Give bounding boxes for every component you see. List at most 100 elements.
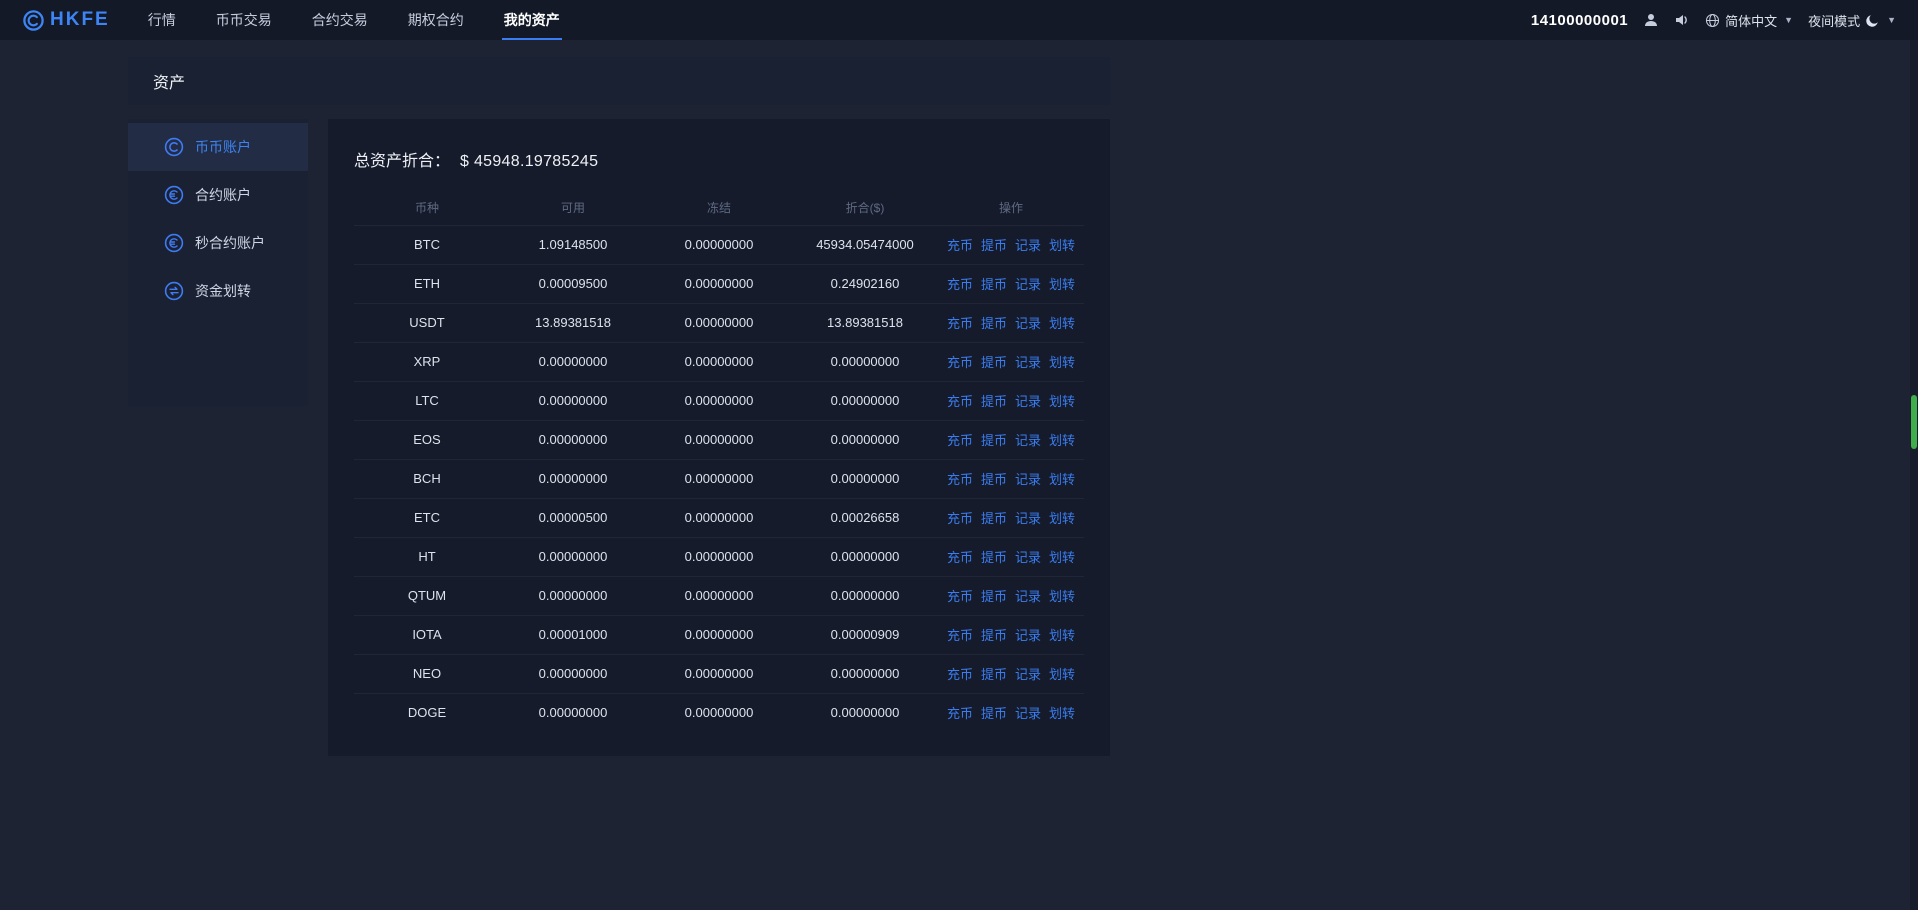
records-link[interactable]: 记录 bbox=[1015, 706, 1041, 721]
converted-cell: 13.89381518 bbox=[792, 303, 938, 342]
nav-item-4[interactable]: 我的资产 bbox=[484, 0, 580, 40]
transfer-link[interactable]: 划转 bbox=[1049, 550, 1075, 565]
table-row: DOGE0.000000000.000000000.00000000充币提币记录… bbox=[354, 693, 1084, 732]
deposit-link[interactable]: 充币 bbox=[947, 472, 973, 487]
converted-cell: 45934.05474000 bbox=[792, 225, 938, 264]
globe-icon bbox=[1705, 13, 1720, 28]
sidebar-item-1[interactable]: 合约账户 bbox=[128, 171, 308, 219]
total-assets-value: $ 45948.19785245 bbox=[460, 153, 598, 170]
deposit-link[interactable]: 充币 bbox=[947, 238, 973, 253]
deposit-link[interactable]: 充币 bbox=[947, 316, 973, 331]
page-title-panel: 资产 bbox=[128, 57, 1110, 105]
transfer-link[interactable]: 划转 bbox=[1049, 667, 1075, 682]
records-link[interactable]: 记录 bbox=[1015, 433, 1041, 448]
withdraw-link[interactable]: 提币 bbox=[981, 589, 1007, 604]
records-link[interactable]: 记录 bbox=[1015, 667, 1041, 682]
withdraw-link[interactable]: 提币 bbox=[981, 355, 1007, 370]
frozen-cell: 0.00000000 bbox=[646, 615, 792, 654]
deposit-link[interactable]: 充币 bbox=[947, 355, 973, 370]
chevron-down-icon: ▼ bbox=[1784, 15, 1793, 25]
records-link[interactable]: 记录 bbox=[1015, 238, 1041, 253]
scrollbar[interactable] bbox=[1910, 40, 1918, 910]
frozen-cell: 0.00000000 bbox=[646, 225, 792, 264]
available-cell: 0.00000000 bbox=[500, 381, 646, 420]
top-navbar: HKFE 行情币币交易合约交易期权合约我的资产 14100000001 bbox=[0, 0, 1918, 40]
assets-table: 币种可用冻结折合($)操作 BTC1.091485000.00000000459… bbox=[354, 191, 1084, 732]
withdraw-link[interactable]: 提币 bbox=[981, 472, 1007, 487]
transfer-link[interactable]: 划转 bbox=[1049, 238, 1075, 253]
table-row: IOTA0.000010000.000000000.00000909充币提币记录… bbox=[354, 615, 1084, 654]
records-link[interactable]: 记录 bbox=[1015, 316, 1041, 331]
table-row: HT0.000000000.000000000.00000000充币提币记录划转 bbox=[354, 537, 1084, 576]
table-row: XRP0.000000000.000000000.00000000充币提币记录划… bbox=[354, 342, 1084, 381]
withdraw-link[interactable]: 提币 bbox=[981, 511, 1007, 526]
records-link[interactable]: 记录 bbox=[1015, 628, 1041, 643]
nav-item-3[interactable]: 期权合约 bbox=[388, 0, 484, 40]
records-link[interactable]: 记录 bbox=[1015, 394, 1041, 409]
sidebar-item-0[interactable]: 币币账户 bbox=[128, 123, 308, 171]
table-row: NEO0.000000000.000000000.00000000充币提币记录划… bbox=[354, 654, 1084, 693]
records-link[interactable]: 记录 bbox=[1015, 472, 1041, 487]
withdraw-link[interactable]: 提币 bbox=[981, 238, 1007, 253]
coin-cell: QTUM bbox=[354, 576, 500, 615]
transfer-link[interactable]: 划转 bbox=[1049, 511, 1075, 526]
deposit-link[interactable]: 充币 bbox=[947, 394, 973, 409]
logo[interactable]: HKFE bbox=[22, 9, 110, 32]
records-link[interactable]: 记录 bbox=[1015, 550, 1041, 565]
withdraw-link[interactable]: 提币 bbox=[981, 706, 1007, 721]
nav-item-1[interactable]: 币币交易 bbox=[196, 0, 292, 40]
deposit-link[interactable]: 充币 bbox=[947, 277, 973, 292]
withdraw-link[interactable]: 提币 bbox=[981, 394, 1007, 409]
deposit-link[interactable]: 充币 bbox=[947, 550, 973, 565]
withdraw-link[interactable]: 提币 bbox=[981, 667, 1007, 682]
deposit-link[interactable]: 充币 bbox=[947, 706, 973, 721]
actions-cell: 充币提币记录划转 bbox=[938, 225, 1084, 264]
navbar-right: 14100000001 简体中文 ▼ bbox=[1531, 11, 1896, 30]
records-link[interactable]: 记录 bbox=[1015, 589, 1041, 604]
deposit-link[interactable]: 充币 bbox=[947, 589, 973, 604]
transfer-link[interactable]: 划转 bbox=[1049, 355, 1075, 370]
nav-item-0[interactable]: 行情 bbox=[128, 0, 196, 40]
sidebar-item-label: 币币账户 bbox=[195, 137, 251, 157]
records-link[interactable]: 记录 bbox=[1015, 511, 1041, 526]
transfer-link[interactable]: 划转 bbox=[1049, 316, 1075, 331]
frozen-cell: 0.00000000 bbox=[646, 420, 792, 459]
content-row: 币币账户合约账户秒合约账户资金划转 总资产折合：$ 45948.19785245… bbox=[128, 119, 1110, 756]
theme-selector[interactable]: 夜间模式 ▼ bbox=[1808, 11, 1896, 30]
converted-cell: 0.24902160 bbox=[792, 264, 938, 303]
available-cell: 0.00000000 bbox=[500, 537, 646, 576]
user-icon[interactable] bbox=[1643, 12, 1659, 28]
frozen-cell: 0.00000000 bbox=[646, 264, 792, 303]
transfer-link[interactable]: 划转 bbox=[1049, 472, 1075, 487]
withdraw-link[interactable]: 提币 bbox=[981, 550, 1007, 565]
actions-cell: 充币提币记录划转 bbox=[938, 342, 1084, 381]
language-selector[interactable]: 简体中文 ▼ bbox=[1705, 11, 1793, 30]
transfer-link[interactable]: 划转 bbox=[1049, 277, 1075, 292]
actions-cell: 充币提币记录划转 bbox=[938, 303, 1084, 342]
volume-icon[interactable] bbox=[1674, 12, 1690, 28]
transfer-link[interactable]: 划转 bbox=[1049, 589, 1075, 604]
transfer-link[interactable]: 划转 bbox=[1049, 706, 1075, 721]
sidebar-item-3[interactable]: 资金划转 bbox=[128, 267, 308, 315]
withdraw-link[interactable]: 提币 bbox=[981, 316, 1007, 331]
records-link[interactable]: 记录 bbox=[1015, 355, 1041, 370]
records-link[interactable]: 记录 bbox=[1015, 277, 1041, 292]
deposit-link[interactable]: 充币 bbox=[947, 511, 973, 526]
transfer-link[interactable]: 划转 bbox=[1049, 394, 1075, 409]
deposit-link[interactable]: 充币 bbox=[947, 433, 973, 448]
frozen-cell: 0.00000000 bbox=[646, 576, 792, 615]
transfer-link[interactable]: 划转 bbox=[1049, 628, 1075, 643]
table-row: USDT13.893815180.0000000013.89381518充币提币… bbox=[354, 303, 1084, 342]
scrollbar-thumb[interactable] bbox=[1911, 395, 1917, 449]
deposit-link[interactable]: 充币 bbox=[947, 628, 973, 643]
sidebar-item-2[interactable]: 秒合约账户 bbox=[128, 219, 308, 267]
theme-label: 夜间模式 bbox=[1808, 11, 1860, 30]
coin-cell: ETH bbox=[354, 264, 500, 303]
withdraw-link[interactable]: 提币 bbox=[981, 433, 1007, 448]
withdraw-link[interactable]: 提币 bbox=[981, 277, 1007, 292]
withdraw-link[interactable]: 提币 bbox=[981, 628, 1007, 643]
transfer-link[interactable]: 划转 bbox=[1049, 433, 1075, 448]
nav-item-2[interactable]: 合约交易 bbox=[292, 0, 388, 40]
deposit-link[interactable]: 充币 bbox=[947, 667, 973, 682]
actions-cell: 充币提币记录划转 bbox=[938, 498, 1084, 537]
